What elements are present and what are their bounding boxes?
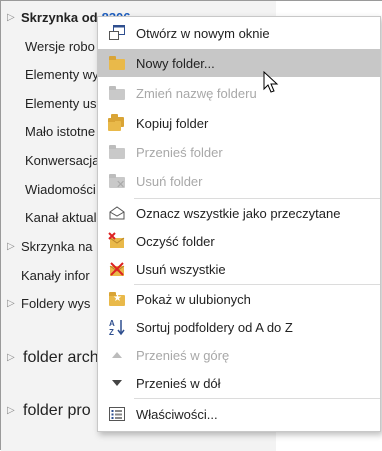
delete-folder-icon: ✕: [108, 172, 126, 191]
menu-item-label: Kopiuj folder: [136, 115, 209, 131]
menu-item-label: Oczyść folder: [136, 233, 215, 249]
chevron-right-icon[interactable]: ▷: [7, 397, 15, 425]
mark-read-icon: [108, 204, 126, 222]
sort-az-icon: A Z: [108, 318, 126, 337]
menu-item-label: Właściwości...: [136, 406, 218, 422]
svg-text:A: A: [109, 319, 115, 328]
chevron-right-icon[interactable]: ▷: [7, 293, 15, 315]
delete-all-icon: [108, 260, 126, 278]
folder-rss[interactable]: Kanały infor: [1, 265, 90, 287]
chevron-right-icon[interactable]: ▷: [7, 7, 15, 29]
folder-drafts[interactable]: Wersje robo: [1, 36, 95, 58]
folder-archive[interactable]: ▷ folder arch: [1, 344, 99, 372]
folder-label: Mało istotne: [25, 124, 96, 139]
menu-item-label: Przenieś folder: [136, 144, 223, 160]
folder-label: folder pro: [23, 402, 91, 419]
menu-item-label: Usuń wszystkie: [136, 261, 226, 277]
menu-item-mark-all-read[interactable]: Oznacz wszystkie jako przeczytane: [98, 199, 380, 227]
menu-item-label: Nowy folder...: [136, 55, 215, 71]
folder-label: Wersje robo: [25, 39, 95, 54]
folder-label: Skrzynka na: [21, 239, 93, 254]
folder-label: Elementy us: [25, 96, 97, 111]
folder-feed[interactable]: Kanał aktual: [1, 207, 97, 229]
menu-item-sort-a-z[interactable]: A Z Sortuj podfoldery od A do Z: [98, 313, 380, 341]
menu-item-properties[interactable]: Właściwości...: [98, 400, 380, 428]
folder-outbox[interactable]: ▷ Skrzynka na: [1, 236, 93, 258]
menu-item-rename-folder[interactable]: Zmień nazwę folderu: [98, 79, 380, 107]
folder-search[interactable]: ▷ Foldery wys: [1, 293, 90, 315]
menu-item-show-in-favorites[interactable]: ★ Pokaż w ulubionych: [98, 285, 380, 313]
menu-item-delete-folder[interactable]: ✕ Usuń folder: [98, 167, 380, 195]
new-folder-icon: [108, 54, 126, 72]
context-menu: Otwórz w nowym oknie Nowy folder... Zmie…: [97, 16, 381, 432]
folder-clutter[interactable]: Mało istotne: [1, 121, 95, 143]
menu-item-label: Usuń folder: [136, 173, 203, 189]
properties-icon: [108, 405, 126, 423]
folder-sent[interactable]: Elementy wy: [1, 64, 99, 86]
folder-label: Kanał aktual: [25, 210, 97, 225]
menu-item-clean-folder[interactable]: Oczyść folder: [98, 227, 380, 255]
menu-item-label: Sortuj podfoldery od A do Z: [136, 319, 293, 335]
move-folder-icon: [108, 143, 126, 161]
menu-item-label: Przenieś w górę: [136, 347, 230, 363]
new-window-icon: [108, 24, 126, 42]
folder-label: Wiadomości: [25, 182, 96, 197]
folder-label: Skrzynka od: [21, 10, 98, 25]
folder-projects[interactable]: ▷ folder pro: [1, 397, 91, 425]
menu-item-label: Otwórz w nowym oknie: [136, 25, 270, 41]
menu-item-label: Zmień nazwę folderu: [136, 85, 257, 101]
menu-item-delete-all[interactable]: Usuń wszystkie: [98, 255, 380, 283]
mouse-cursor-icon: [263, 71, 279, 93]
favorite-folder-icon: ★: [108, 290, 126, 308]
chevron-right-icon[interactable]: ▷: [7, 344, 15, 372]
menu-item-label: Przenieś w dół: [136, 375, 221, 391]
menu-item-open-new-window[interactable]: Otwórz w nowym oknie: [98, 19, 380, 47]
move-down-icon: [108, 374, 126, 392]
copy-folder-icon: [108, 114, 126, 132]
menu-item-new-folder[interactable]: Nowy folder...: [98, 49, 380, 77]
menu-item-label: Oznacz wszystkie jako przeczytane: [136, 205, 341, 221]
menu-item-move-up[interactable]: Przenieś w górę: [98, 341, 380, 369]
move-up-icon: [108, 346, 126, 364]
folder-label: Kanały infor: [21, 268, 90, 283]
folder-label: Konwersacja: [25, 153, 100, 168]
folder-label: Elementy wy: [25, 67, 99, 82]
folder-label: Foldery wys: [21, 296, 91, 311]
menu-item-move-folder[interactable]: Przenieś folder: [98, 138, 380, 166]
folder-deleted[interactable]: Elementy us: [1, 93, 97, 115]
folder-label: folder arch: [23, 349, 99, 366]
chevron-right-icon[interactable]: ▷: [7, 236, 15, 258]
svg-text:Z: Z: [109, 328, 114, 336]
folder-messages[interactable]: Wiadomości: [1, 179, 96, 201]
folder-conversations[interactable]: Konwersacja: [1, 150, 99, 172]
clean-folder-icon: [108, 232, 126, 250]
rename-folder-icon: [108, 84, 126, 102]
menu-item-label: Pokaż w ulubionych: [136, 291, 251, 307]
menu-item-copy-folder[interactable]: Kopiuj folder: [98, 109, 380, 137]
menu-item-move-down[interactable]: Przenieś w dół: [98, 369, 380, 397]
menu-separator: [134, 398, 380, 399]
